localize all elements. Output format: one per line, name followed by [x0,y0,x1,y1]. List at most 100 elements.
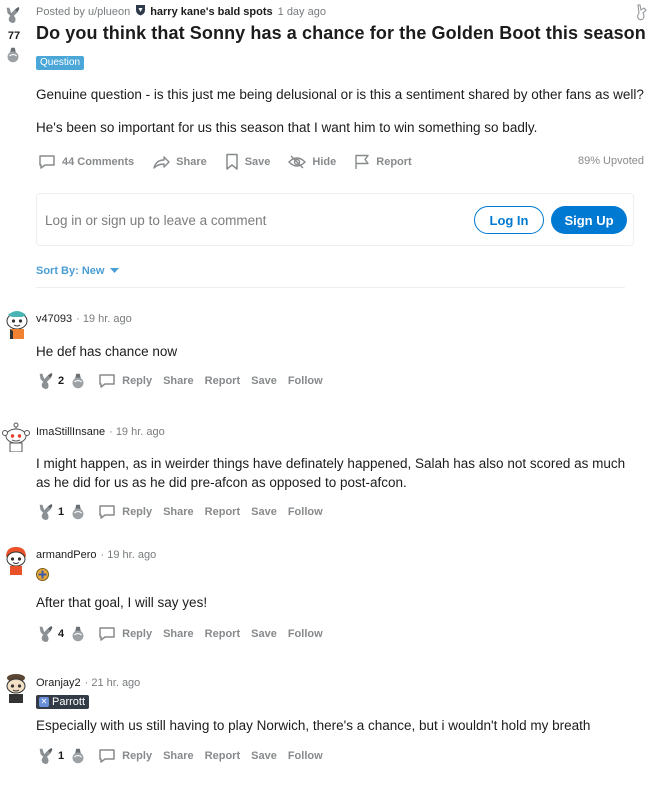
report-button[interactable]: Report [205,628,240,640]
downvote-icon[interactable] [3,44,23,71]
share-button[interactable]: Share [163,750,194,762]
avatar[interactable] [0,420,32,453]
report-label: Report [376,156,412,168]
hide-label: Hide [312,156,337,168]
post-meta: Posted by u/plueon harry kane's bald spo… [36,4,326,19]
post-title[interactable]: Do you think that Sonny has a chance for… [36,23,647,44]
share-label: Share [176,156,207,168]
comment-score: 1 [58,506,65,518]
comment-text: Especially with us still having to play … [36,718,591,733]
save-button[interactable]: Save [251,375,277,387]
sort-label: Sort By: New [36,265,105,277]
save-label: Save [244,156,271,168]
signup-button[interactable]: Sign Up [551,206,627,234]
award-icon [36,568,49,586]
user-flair-badge: ✕ Parrott [36,695,90,709]
downvote-icon[interactable] [68,623,88,645]
reply-button[interactable]: Reply [98,626,152,642]
post: 77 Posted by u/plueon harry kane's bald … [0,0,647,290]
login-button[interactable]: Log In [474,206,544,234]
downvote-icon[interactable] [68,745,88,767]
posted-by[interactable]: Posted by u/plueon [36,6,130,18]
sort-dropdown[interactable]: Sort By: New [36,265,120,277]
report-button[interactable]: Report [205,750,240,762]
comment-username[interactable]: armandPero [36,549,97,561]
comment-icon [99,749,115,763]
chevron-down-icon [110,265,120,277]
comment-time[interactable]: · 19 hr. ago [101,549,157,561]
comment-actions: 1 Reply Share Report Save Follow [36,745,323,767]
hide-icon [288,155,307,169]
downvote-icon[interactable] [68,501,88,523]
downvote-icon[interactable] [68,370,88,392]
flair-emoji-icon: ✕ [39,697,49,707]
comment-score: 4 [58,628,65,640]
shield-flair-icon [135,4,146,19]
comment-time[interactable]: · 19 hr. ago [109,426,165,438]
upvote-ratio: 89% Upvoted [577,155,644,167]
comment-time[interactable]: · 21 hr. ago [85,677,141,689]
login-prompt: Log in or sign up to leave a comment [45,213,267,228]
share-button[interactable]: Share [163,628,194,640]
comment-score: 1 [58,750,65,762]
comments-label: 44 Comments [62,156,135,168]
report-button[interactable]: Report [205,506,240,518]
report-button[interactable]: Report [205,375,240,387]
user-flair-label: Parrott [52,696,86,708]
comment-actions: 1 Reply Share Report Save Follow [36,501,323,523]
post-body-paragraph: Genuine question - is this just me being… [36,87,644,102]
comment-meta: v47093 · 19 hr. ago [36,313,132,325]
hide-button[interactable]: Hide [288,155,336,169]
upvote-icon[interactable] [36,745,56,767]
reply-label: Reply [122,375,153,387]
flag-icon [355,154,369,169]
save-button[interactable]: Save [251,750,277,762]
comment-text: He def has chance now [36,344,178,359]
comment-icon [99,374,115,388]
comment-username[interactable]: v47093 [36,313,72,325]
save-button[interactable]: Save [225,153,271,171]
avatar[interactable] [0,543,32,575]
comment-icon [99,627,115,641]
follow-button[interactable]: Follow [288,375,323,387]
follow-button[interactable]: Follow [288,750,323,762]
reply-label: Reply [122,628,153,640]
avatar[interactable] [0,671,32,703]
comment-actions: 2 Reply Share Report Save Follow [36,370,323,392]
follow-button[interactable]: Follow [288,628,323,640]
upvote-icon[interactable] [3,4,23,31]
share-button[interactable]: Share [152,154,207,170]
avatar[interactable] [0,307,32,339]
divider [36,287,625,288]
save-button[interactable]: Save [251,506,277,518]
comment-text: I might happen, as in weirder things hav… [36,456,626,490]
report-button[interactable]: Report [354,154,412,170]
comment-time[interactable]: · 19 hr. ago [76,313,132,325]
share-button[interactable]: Share [163,506,194,518]
comment-username[interactable]: Oranjay2 [36,677,81,689]
upvote-icon[interactable] [36,370,56,392]
comment-login-box: Log in or sign up to leave a comment Log… [36,193,634,246]
follow-button[interactable]: Follow [288,506,323,518]
comment-text: After that goal, I will say yes! [36,595,208,610]
post-body-paragraph: He's been so important for us this seaso… [36,120,538,135]
comment-meta: armandPero · 19 hr. ago [36,549,156,561]
comment-username[interactable]: ImaStillInsane [36,426,105,438]
bookmark-icon [225,153,238,170]
comments-button[interactable]: 44 Comments [38,154,134,170]
post-time[interactable]: 1 day ago [278,6,326,18]
reply-button[interactable]: Reply [98,748,152,764]
comment-meta: ImaStillInsane · 19 hr. ago [36,426,165,438]
reply-label: Reply [122,506,153,518]
comment-score: 2 [58,375,65,387]
comment-actions: 4 Reply Share Report Save Follow [36,623,323,645]
save-button[interactable]: Save [251,628,277,640]
share-icon [153,156,170,169]
upvote-icon[interactable] [36,501,56,523]
reply-button[interactable]: Reply [98,373,152,389]
reply-button[interactable]: Reply [98,504,152,520]
post-tag[interactable]: Question [36,56,85,70]
share-button[interactable]: Share [163,375,194,387]
comment-icon [99,505,115,519]
upvote-icon[interactable] [36,623,56,645]
